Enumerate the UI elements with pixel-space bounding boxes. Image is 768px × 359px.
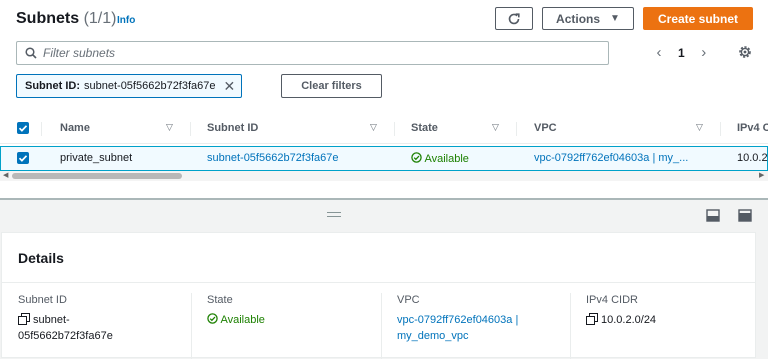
split-panel-side-icon[interactable] <box>738 209 752 222</box>
chevron-right-icon[interactable]: › <box>697 44 711 61</box>
search-input[interactable]: Filter subnets <box>16 41 609 65</box>
detail-state: State Available <box>207 294 265 326</box>
detail-subnet-id: Subnet ID subnet- 05f5662b72f3fa67e <box>18 294 113 342</box>
create-subnet-button[interactable]: Create subnet <box>643 7 753 30</box>
column-header-subnet-id[interactable]: Subnet ID <box>207 122 258 134</box>
cell-name: private_subnet <box>60 152 133 164</box>
subnets-panel: Subnets (1/1) Info Actions ▼ Create subn… <box>0 0 768 198</box>
refresh-button[interactable] <box>495 7 533 30</box>
pagination: ‹ 1 › <box>652 44 711 61</box>
checkbox-checked-icon <box>18 125 28 132</box>
status-ok-icon <box>207 313 218 324</box>
cell-ipv4: 10.0.2 <box>737 152 768 164</box>
scroll-left-icon[interactable]: ◀ <box>3 171 8 179</box>
refresh-icon <box>508 12 520 24</box>
row-checkbox[interactable] <box>17 152 29 164</box>
column-header-ipv4[interactable]: IPv4 C <box>737 122 768 134</box>
close-icon[interactable]: ✕ <box>224 78 236 95</box>
cell-state: Available <box>411 152 469 165</box>
detail-ipv4-cidr: IPv4 CIDR 10.0.2.0/24 <box>586 294 657 326</box>
column-header-name[interactable]: Name <box>60 122 90 134</box>
actions-dropdown-button[interactable]: Actions ▼ <box>542 7 634 30</box>
split-panel-bottom-icon[interactable] <box>706 209 720 222</box>
copy-icon[interactable] <box>18 313 30 325</box>
search-placeholder: Filter subnets <box>43 46 116 60</box>
details-card: Details Subnet ID subnet- 05f5662b72f3fa… <box>1 232 756 359</box>
table-row[interactable]: private_subnet subnet-05f5662b72f3fa67e … <box>0 146 768 171</box>
filter-token: Subnet ID: subnet-05f5662b72f3fa67e ✕ <box>16 74 243 98</box>
search-icon <box>25 47 37 59</box>
drag-handle-icon[interactable] <box>327 212 341 217</box>
scrollbar-thumb[interactable] <box>12 173 182 179</box>
sort-icon[interactable]: ▽ <box>696 122 703 133</box>
column-header-vpc[interactable]: VPC <box>534 122 557 134</box>
caret-down-icon: ▼ <box>610 13 620 24</box>
select-all-checkbox[interactable] <box>17 122 29 134</box>
cell-vpc-link[interactable]: vpc-0792ff762ef04603a | my_... <box>534 152 688 164</box>
sort-icon[interactable]: ▽ <box>166 122 173 133</box>
clear-filters-button[interactable]: Clear filters <box>281 74 382 98</box>
detail-vpc: VPC vpc-0792ff762ef04603a | my_demo_vpc <box>397 294 567 344</box>
info-link[interactable]: Info <box>117 15 135 26</box>
checkbox-checked-icon <box>18 155 28 162</box>
split-panel-divider <box>0 198 768 200</box>
chevron-left-icon[interactable]: ‹ <box>652 44 666 61</box>
gear-icon[interactable] <box>737 44 753 60</box>
cell-subnet-id-link[interactable]: subnet-05f5662b72f3fa67e <box>207 152 339 164</box>
sort-icon[interactable]: ▽ <box>370 122 377 133</box>
selection-count: (1/1) <box>83 10 117 27</box>
scroll-right-icon[interactable]: ▶ <box>759 171 764 179</box>
details-title: Details <box>18 250 64 266</box>
sort-icon[interactable]: ▽ <box>492 122 499 133</box>
column-header-state[interactable]: State <box>411 122 438 134</box>
table-header: Name ▽ Subnet ID ▽ State ▽ VPC ▽ IPv4 C <box>0 114 768 144</box>
page-title: Subnets (1/1) <box>16 10 117 27</box>
copy-icon[interactable] <box>586 313 598 325</box>
page-number[interactable]: 1 <box>678 46 685 60</box>
status-ok-icon <box>411 152 422 163</box>
vpc-link[interactable]: vpc-0792ff762ef04603a | my_demo_vpc <box>397 312 567 344</box>
